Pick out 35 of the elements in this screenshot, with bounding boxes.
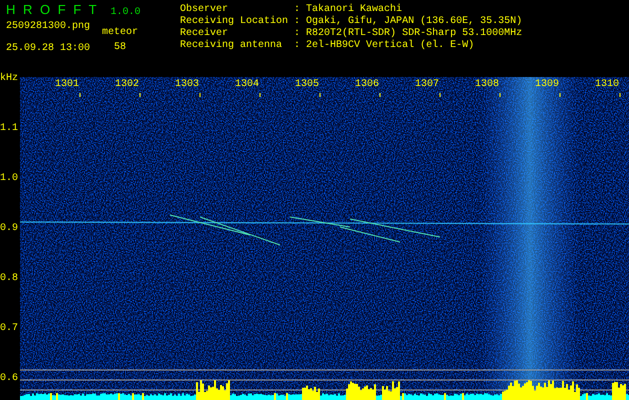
info-value: R820T2(RTL-SDR) SDR-Sharp 53.1000MHz	[306, 28, 522, 40]
info-value: Ogaki, Gifu, JAPAN (136.60E, 35.35N)	[306, 16, 522, 28]
y-axis-label: 1.0	[0, 173, 18, 185]
timestamp: 25.09.28 13:00	[6, 43, 90, 55]
info-label: Receiving Location	[180, 16, 288, 28]
app-title: H R O F F T	[6, 2, 99, 17]
x-axis-label: 1305	[294, 79, 319, 91]
file-name: 2509281300.png	[6, 21, 90, 33]
meteor-count: 58	[114, 42, 126, 54]
x-axis-label: 1303	[174, 79, 199, 91]
x-axis-label: 1302	[114, 79, 139, 91]
y-axis-label: 0.6	[0, 373, 18, 385]
info-separator: :	[294, 16, 300, 28]
info-label: Receiving antenna	[180, 40, 284, 52]
x-axis-label: 1307	[414, 79, 439, 91]
y-axis-label: 0.8	[0, 273, 18, 285]
app-version: 1.0.0	[110, 7, 141, 18]
info-value: Takanori Kawachi	[306, 4, 404, 16]
info-label: Observer	[180, 4, 230, 16]
info-separator: :	[294, 28, 300, 40]
info-separator: :	[294, 4, 300, 16]
x-axis-label: 1306	[354, 79, 379, 91]
counter-label: meteor	[102, 27, 138, 39]
x-axis-label: 1301	[54, 79, 79, 91]
axis-unit: kHz	[0, 73, 18, 84]
y-axis-label: 1.1	[0, 123, 18, 135]
x-axis-label: 1309	[534, 79, 559, 91]
x-axis-label: 1310	[594, 79, 619, 91]
y-axis-label: 0.9	[0, 223, 18, 235]
y-axis-label: 0.7	[0, 323, 18, 335]
x-axis-label: 1304	[234, 79, 259, 91]
info-separator: :	[294, 40, 300, 52]
info-label: Receiver	[180, 28, 230, 40]
info-value: 2el-HB9CV Vertical (el. E-W)	[306, 40, 476, 52]
x-axis-label: 1308	[474, 79, 499, 91]
